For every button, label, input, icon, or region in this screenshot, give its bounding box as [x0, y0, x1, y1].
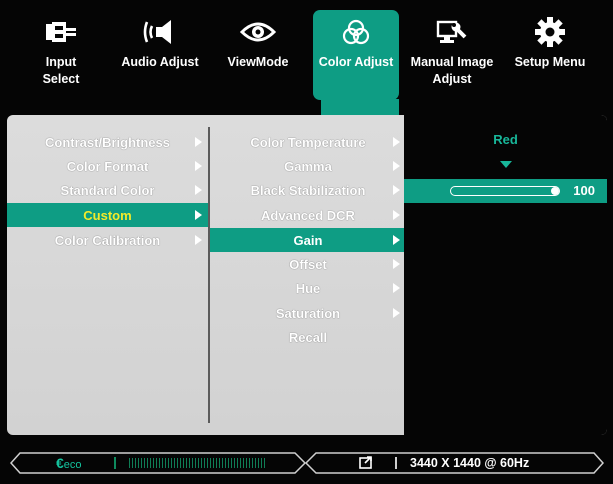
slider-knob[interactable] — [550, 187, 559, 195]
menu-panel: Contrast/Brightness Color Format Standar… — [7, 115, 607, 435]
chevron-right-icon — [195, 185, 202, 195]
menu-level-2: Color Temperature Gamma Black Stabilizat… — [208, 127, 406, 423]
menu-item-label: Standard Color — [60, 182, 155, 198]
chevron-right-icon — [393, 185, 400, 195]
tab-setup-menu[interactable]: Setup Menu — [508, 10, 592, 100]
menu-item-label: Custom — [83, 207, 132, 223]
menu-item-black-stabilization[interactable]: Black Stabilization — [210, 178, 406, 202]
menu-item-label: Hue — [295, 280, 321, 296]
chevron-right-icon — [393, 259, 400, 269]
tab-label: ViewMode — [227, 55, 289, 69]
gain-red-slider-row[interactable]: 100 — [404, 179, 607, 203]
tab-manual-image-adjust[interactable]: Manual Image Adjust — [406, 10, 498, 100]
menu-item-label: Recall — [288, 329, 328, 345]
tab-label: Manual Image Adjust — [410, 55, 494, 86]
divider — [114, 457, 116, 469]
leaf-icon: € — [56, 455, 64, 471]
gear-icon — [534, 10, 566, 54]
menu-item-label: Offset — [289, 256, 327, 272]
chevron-right-icon — [393, 210, 400, 220]
menu-item-label: Contrast/Brightness — [45, 134, 170, 150]
chevron-right-icon — [195, 210, 202, 220]
menu-item-saturation[interactable]: Saturation — [210, 301, 406, 325]
menu-item-standard-color[interactable]: Standard Color — [7, 178, 208, 202]
gain-red-slider[interactable] — [450, 186, 560, 196]
tab-viewmode[interactable]: ViewMode — [218, 10, 298, 100]
color-circles-icon — [341, 10, 371, 54]
chevron-right-icon — [393, 137, 400, 147]
menu-item-recall[interactable]: Recall — [210, 325, 406, 349]
eco-indicator: €eco — [56, 455, 82, 471]
tab-label: Setup Menu — [514, 55, 586, 69]
chevron-right-icon — [393, 283, 400, 293]
menu-item-label: Color Format — [66, 158, 149, 174]
chevron-right-icon — [195, 137, 202, 147]
monitor-wrench-icon — [434, 10, 470, 54]
input-plug-icon — [44, 10, 78, 54]
gain-adjust-panel: Red 100 — [404, 115, 607, 435]
divider — [395, 457, 397, 469]
channel-label: Red — [493, 132, 518, 147]
menu-item-color-calibration[interactable]: Color Calibration — [7, 228, 208, 252]
tab-input-select[interactable]: Input Select — [20, 10, 102, 100]
menu-item-label: Black Stabilization — [250, 182, 366, 198]
menu-item-label: Gamma — [284, 158, 332, 174]
menu-item-color-format[interactable]: Color Format — [7, 154, 208, 178]
menu-item-advanced-dcr[interactable]: Advanced DCR — [210, 203, 406, 227]
status-bar: €eco 3440 X 1440 @ 60Hz — [10, 452, 604, 474]
eye-icon — [240, 10, 276, 54]
speaker-icon — [142, 10, 178, 54]
eco-label: eco — [63, 459, 82, 471]
menu-item-label: Advanced DCR — [261, 207, 355, 223]
tab-label: Audio Adjust — [121, 55, 199, 69]
chevron-right-icon — [393, 308, 400, 318]
resolution-readout: 3440 X 1440 @ 60Hz — [410, 456, 530, 470]
chevron-right-icon — [393, 161, 400, 171]
energy-meter — [129, 458, 267, 468]
menu-item-custom[interactable]: Custom — [7, 203, 208, 227]
tab-audio-adjust[interactable]: Audio Adjust — [116, 10, 204, 100]
menu-item-contrast-brightness[interactable]: Contrast/Brightness — [7, 130, 208, 154]
chevron-right-icon — [393, 235, 400, 245]
slider-value: 100 — [573, 183, 595, 198]
tab-color-adjust[interactable]: Color Adjust — [313, 10, 399, 100]
active-tab-connector — [321, 99, 399, 115]
tab-label: Color Adjust — [318, 55, 394, 69]
menu-level-1: Contrast/Brightness Color Format Standar… — [7, 115, 208, 435]
chevron-right-icon — [195, 161, 202, 171]
menu-item-gain[interactable]: Gain — [210, 228, 406, 252]
menu-item-hue[interactable]: Hue — [210, 276, 406, 300]
menu-item-gamma[interactable]: Gamma — [210, 154, 406, 178]
chevron-right-icon — [195, 235, 202, 245]
menu-item-color-temperature[interactable]: Color Temperature — [210, 130, 406, 154]
menu-item-label: Color Calibration — [54, 232, 161, 248]
menu-item-label: Color Temperature — [250, 134, 366, 150]
tab-label: Input Select — [42, 55, 80, 86]
menu-item-label: Saturation — [275, 305, 341, 321]
chevron-down-icon — [500, 161, 512, 168]
menu-item-label: Gain — [293, 232, 323, 248]
menu-item-offset[interactable]: Offset — [210, 252, 406, 276]
